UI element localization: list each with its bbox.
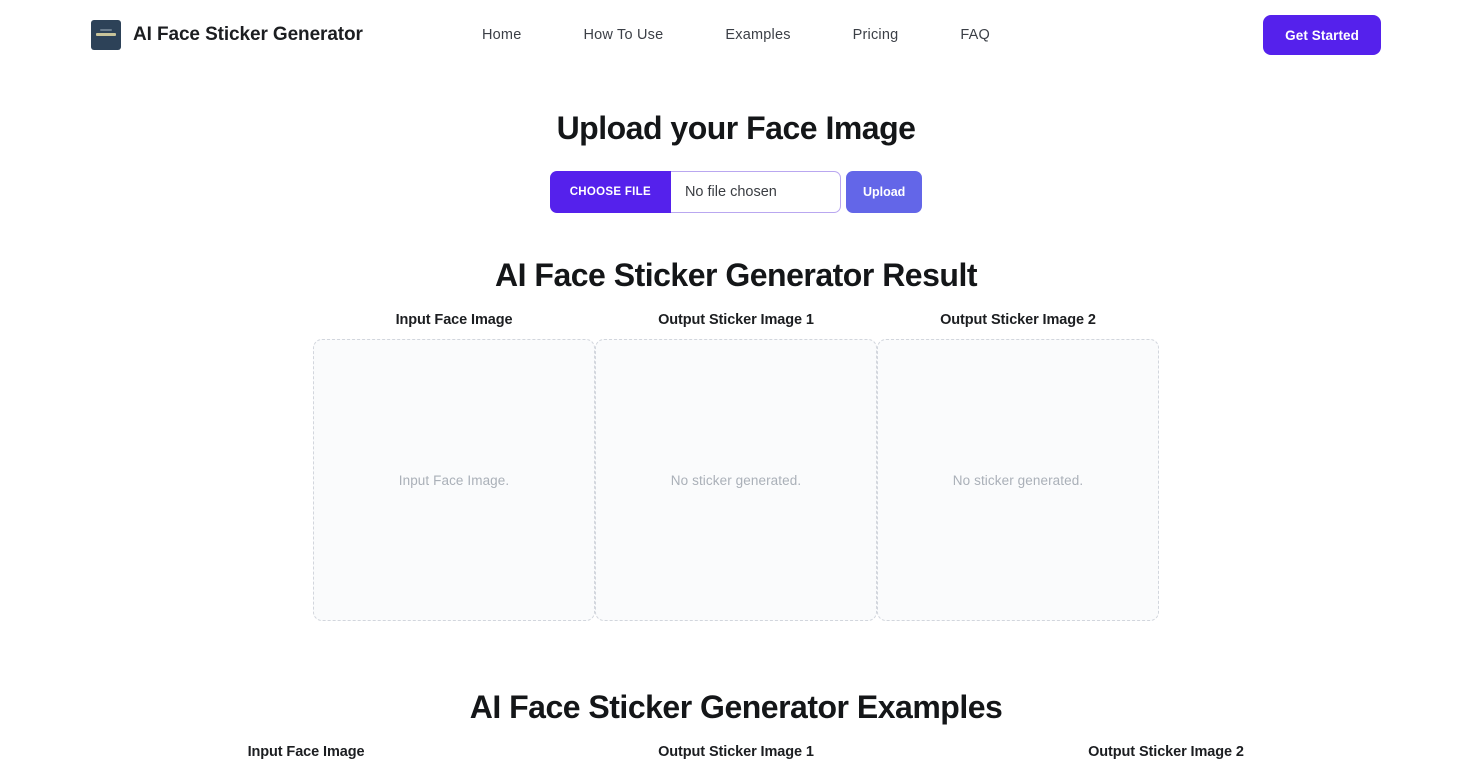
output-sticker-1-dropzone[interactable]: No sticker generated. [595,339,877,621]
result-grid: Input Face Image Input Face Image. Outpu… [313,312,1159,621]
file-name-input[interactable] [670,171,841,213]
example-column-output-1: Output Sticker Image 1 [521,744,951,768]
nav-item-how-to-use[interactable]: How To Use [583,27,663,43]
upload-title: Upload your Face Image [556,110,916,146]
output-sticker-2-placeholder: No sticker generated. [952,472,1084,488]
output-sticker-2-dropzone[interactable]: No sticker generated. [877,339,1159,621]
app-logo-icon [91,20,121,50]
result-column-output-2: Output Sticker Image 2 No sticker genera… [877,312,1159,621]
result-section: AI Face Sticker Generator Result Input F… [0,257,1472,621]
file-input-group: CHOOSE FILE [549,171,841,213]
nav-item-home[interactable]: Home [482,27,521,43]
upload-button[interactable]: Upload [845,171,923,213]
upload-form: CHOOSE FILE Upload [0,171,1472,213]
examples-title: AI Face Sticker Generator Examples [469,689,1003,725]
main-nav: Home How To Use Examples Pricing FAQ [482,27,990,43]
brand-logo-link[interactable]: AI Face Sticker Generator [91,20,363,50]
result-column-input: Input Face Image Input Face Image. [313,312,595,621]
examples-section: AI Face Sticker Generator Examples Input… [0,689,1472,768]
result-column-output-1: Output Sticker Image 1 No sticker genera… [595,312,877,621]
example-column-label-output-2: Output Sticker Image 2 [1088,744,1244,760]
example-column-label-input: Input Face Image [247,744,365,760]
nav-item-faq[interactable]: FAQ [960,27,990,43]
input-face-placeholder: Input Face Image. [398,472,510,488]
upload-section: Upload your Face Image CHOOSE FILE Uploa… [0,110,1472,213]
result-column-label-output-2: Output Sticker Image 2 [940,312,1096,328]
brand-name: AI Face Sticker Generator [133,24,363,45]
get-started-button[interactable]: Get Started [1263,15,1381,55]
example-column-input: Input Face Image [91,744,521,768]
site-header: AI Face Sticker Generator Home How To Us… [0,0,1472,70]
result-column-label-input: Input Face Image [395,312,513,328]
example-column-output-2: Output Sticker Image 2 [951,744,1381,768]
result-title: AI Face Sticker Generator Result [495,257,977,293]
nav-item-pricing[interactable]: Pricing [853,27,899,43]
output-sticker-1-placeholder: No sticker generated. [670,472,802,488]
examples-grid: Input Face Image Output Sticker Image 1 … [91,744,1381,768]
choose-file-button[interactable]: CHOOSE FILE [549,171,671,213]
input-face-dropzone[interactable]: Input Face Image. [313,339,595,621]
nav-item-examples[interactable]: Examples [725,27,790,43]
result-column-label-output-1: Output Sticker Image 1 [658,312,814,328]
example-column-label-output-1: Output Sticker Image 1 [658,744,814,760]
